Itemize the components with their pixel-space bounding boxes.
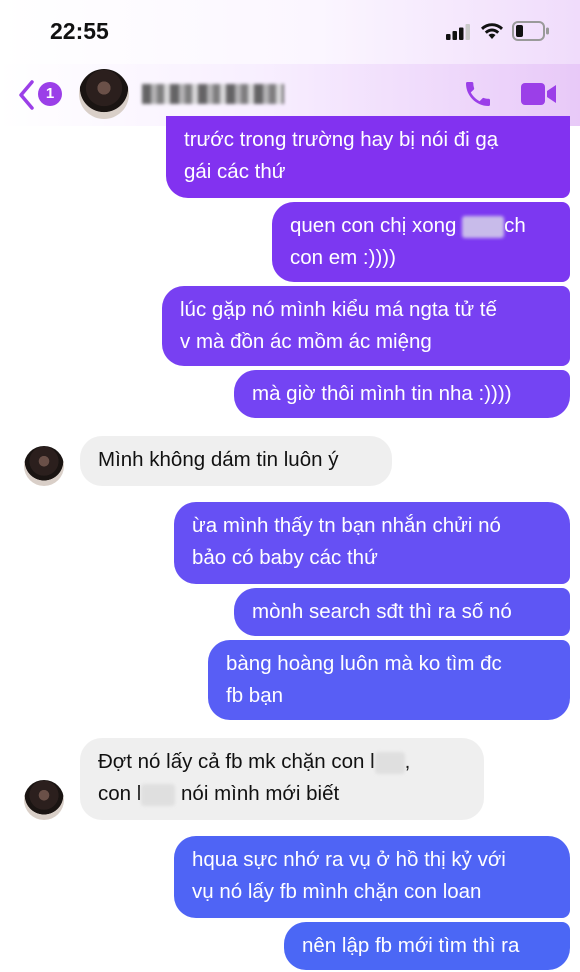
message-text: gái các thứ [184,160,286,183]
outgoing-message[interactable]: mà giờ thôi mình tin nha :)))) [234,370,570,418]
contact-name-redacted[interactable] [142,84,284,104]
message-text: nên lập fb mới tìm thì ra [302,934,520,957]
message-text: ch [504,214,526,237]
message-text: mà giờ thôi mình tin nha :)))) [252,382,512,405]
message-text: bảo có baby các thứ [192,546,378,569]
contact-avatar[interactable] [24,446,64,486]
message-text: nói mình mới biết [181,782,340,805]
phone-call-icon[interactable] [462,78,494,115]
message-text: trước trong trường hay bị nói đi gạ [184,128,499,151]
message-text: con l [98,782,142,805]
unread-count-badge[interactable]: 1 [38,82,62,106]
message-text: , [404,750,411,773]
contact-avatar[interactable] [79,69,129,119]
message-text: con em :)))) [290,246,396,269]
contact-avatar[interactable] [24,780,64,820]
redacted-text [374,751,405,774]
outgoing-message[interactable]: hqua sực nhớ ra vụ ở hồ thị kỷ với vụ nó… [174,836,570,918]
wifi-icon [480,22,504,45]
outgoing-message[interactable]: nên lập fb mới tìm thì ra [284,922,570,970]
cellular-signal-icon [446,24,472,45]
message-text: vụ nó lấy fb mình chặn con loan [192,880,482,903]
message-text: quen con chị xong [290,214,463,237]
message-text: fb bạn [226,684,283,707]
back-chevron-icon[interactable] [16,79,36,116]
message-text: Mình không dám tin luôn ý [98,448,339,471]
message-text: v mà đồn ác mồm ác miệng [180,330,432,353]
incoming-message[interactable]: Mình không dám tin luôn ý [80,436,392,486]
message-text: mònh search sđt thì ra số nó [252,600,512,623]
outgoing-message[interactable]: trước trong trường hay bị nói đi gạ gái … [166,116,570,198]
redacted-text [141,783,176,806]
outgoing-message[interactable]: bàng hoàng luôn mà ko tìm đc fb bạn [208,640,570,720]
status-bar: 22:55 [0,0,580,64]
redacted-text [462,215,505,238]
outgoing-message[interactable]: mònh search sđt thì ra số nó [234,588,570,636]
message-text: Đợt nó lấy cả fb mk chặn con l [98,750,375,773]
video-call-icon[interactable] [520,81,558,112]
message-text: lúc gặp nó mình kiểu má ngta tử tế [180,298,497,321]
outgoing-message[interactable]: lúc gặp nó mình kiểu má ngta tử tế v mà … [162,286,570,366]
status-time: 22:55 [50,18,109,44]
battery-icon [512,21,550,46]
message-text: hqua sực nhớ ra vụ ở hồ thị kỷ với [192,848,506,871]
message-text: bàng hoàng luôn mà ko tìm đc [226,652,502,675]
outgoing-message[interactable]: ừa mình thấy tn bạn nhắn chửi nó bảo có … [174,502,570,584]
outgoing-message[interactable]: quen con chị xong ch con em :)))) [272,202,570,282]
incoming-message[interactable]: Đợt nó lấy cả fb mk chặn con l, con l nó… [80,738,484,820]
message-text: ừa mình thấy tn bạn nhắn chửi nó [192,514,501,537]
